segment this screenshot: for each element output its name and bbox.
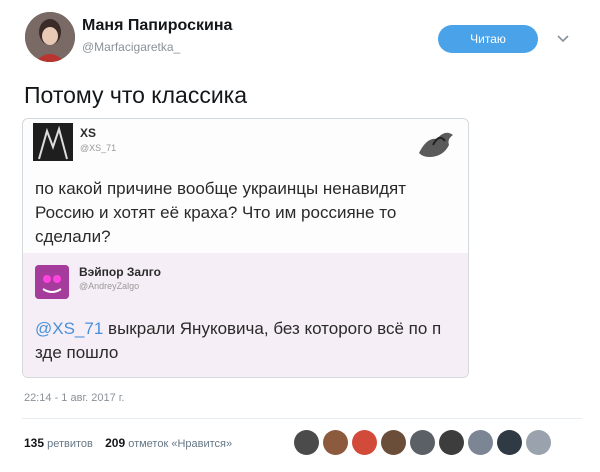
liker-avatar[interactable] — [323, 430, 348, 455]
chevron-down-icon[interactable] — [555, 30, 571, 46]
author-name[interactable]: Маня Папироскина — [82, 17, 232, 35]
liker-avatar[interactable] — [410, 430, 435, 455]
author-handle[interactable]: @Marfacigaretka_ — [82, 40, 180, 54]
quoted-author-handle: @XS_71 — [80, 143, 117, 153]
liker-avatar[interactable] — [294, 430, 319, 455]
reply-mention[interactable]: @XS_71 — [35, 319, 103, 338]
likes-stat[interactable]: 209 отметок «Нравится» — [105, 436, 233, 450]
likes-count: 209 — [105, 436, 126, 450]
retweets-label: ретвитов — [47, 438, 93, 450]
quoted-tweet-text: по какой причине вообще украинцы ненавид… — [35, 179, 407, 246]
liker-avatar[interactable] — [526, 430, 551, 455]
liker-avatar[interactable] — [352, 430, 377, 455]
tweet-timestamp[interactable]: 22:14 - 1 авг. 2017 г. — [24, 392, 124, 404]
quoted-author-avatar — [33, 123, 73, 161]
liker-avatar[interactable] — [381, 430, 406, 455]
author-avatar[interactable] — [25, 12, 75, 62]
liker-avatar[interactable] — [497, 430, 522, 455]
quoted-reply: Вэйпор Залго @AndreyZalgo @XS_71 выкрали… — [23, 253, 468, 377]
reply-author-handle: @AndreyZalgo — [79, 281, 140, 291]
liker-avatar[interactable] — [468, 430, 493, 455]
tweet-stats: 135 ретвитов 209 отметок «Нравится» — [24, 436, 232, 450]
tweet-text: Потому что классика — [24, 82, 248, 108]
follow-button[interactable]: Читаю — [438, 25, 538, 53]
retweets-stat[interactable]: 135 ретвитов — [24, 436, 93, 450]
retweets-count: 135 — [24, 436, 45, 450]
bird-logo-icon — [419, 132, 453, 157]
likes-label: отметок «Нравится» — [128, 438, 233, 450]
quoted-tweet-card[interactable]: XS @XS_71 по какой причине вообще украин… — [22, 118, 469, 378]
divider — [22, 418, 582, 419]
follow-button-label: Читаю — [470, 32, 506, 46]
quoted-author-name: XS — [80, 126, 97, 140]
reply-author-name: Вэйпор Залго — [79, 265, 161, 279]
liker-avatar[interactable] — [439, 430, 464, 455]
reply-author-avatar — [35, 265, 69, 299]
reply-text-block: @XS_71 выкрали Януковича, без которого в… — [35, 317, 460, 365]
likers-avatars — [294, 430, 551, 456]
